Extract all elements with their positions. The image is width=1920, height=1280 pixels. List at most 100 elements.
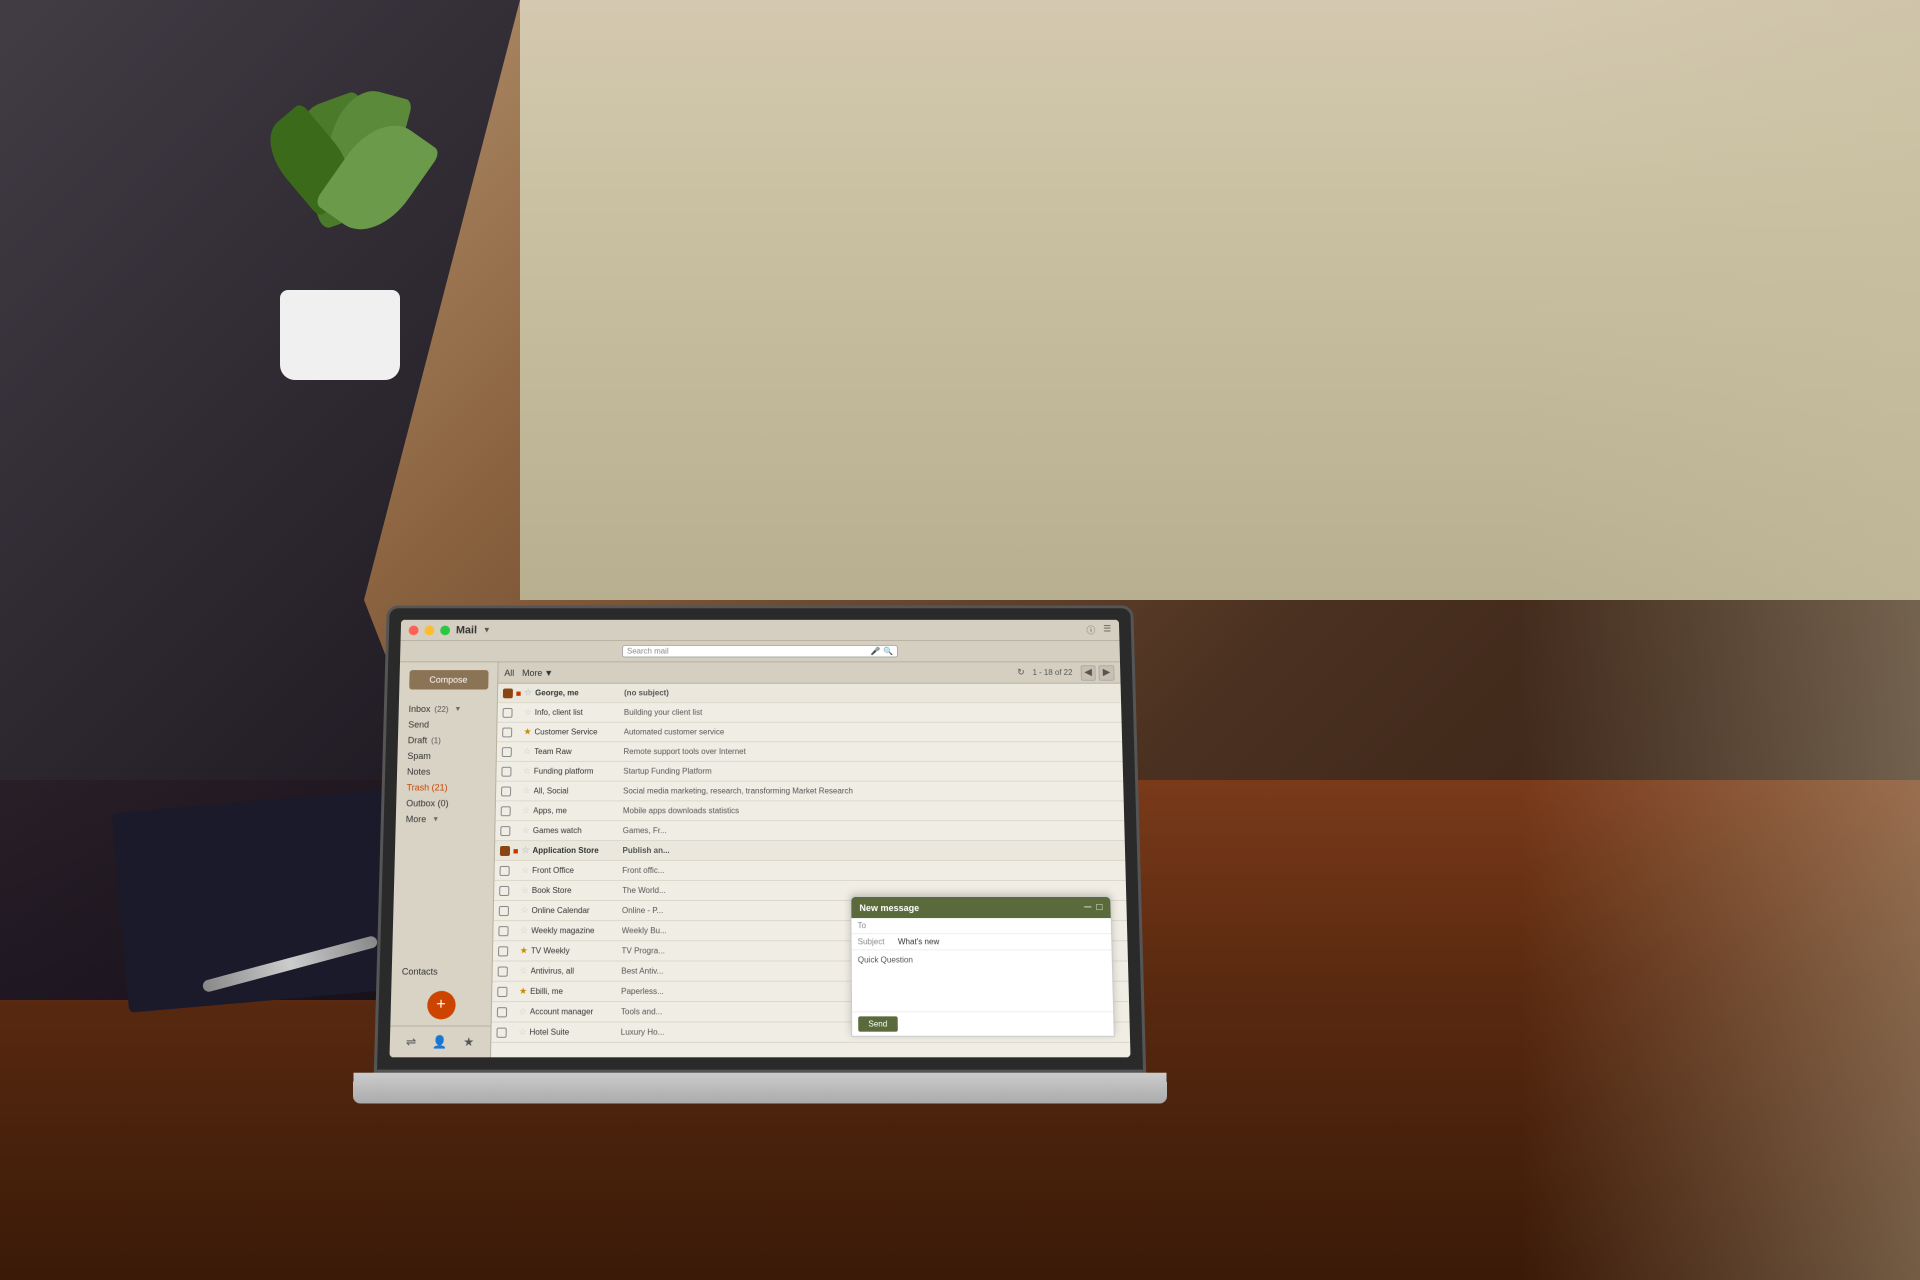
email-checkbox[interactable] bbox=[497, 986, 507, 996]
to-value[interactable] bbox=[898, 921, 1105, 930]
email-star-icon[interactable]: ☆ bbox=[524, 707, 532, 718]
compose-body-text: Quick Question bbox=[858, 955, 913, 964]
minimize-button[interactable] bbox=[424, 625, 434, 635]
compose-button[interactable]: Compose bbox=[409, 670, 488, 689]
table-row[interactable]: ■ ☆ Info, client list Building your clie… bbox=[497, 703, 1121, 723]
sidebar-item-notes[interactable]: Notes bbox=[397, 764, 496, 780]
table-row[interactable]: ■ ☆ Funding platform Startup Funding Pla… bbox=[496, 762, 1123, 782]
search-icon[interactable]: 🔍 bbox=[883, 647, 893, 656]
all-filter[interactable]: All bbox=[504, 668, 514, 678]
table-row[interactable]: ■ ☆ George, me (no subject) bbox=[498, 684, 1121, 703]
table-row[interactable]: ■ ☆ Application Store Publish an... bbox=[495, 841, 1126, 861]
info-icon[interactable]: ⓘ bbox=[1086, 624, 1095, 637]
outbox-label: Outbox (0) bbox=[406, 798, 449, 808]
subject-value[interactable]: What's new bbox=[898, 937, 1106, 946]
laptop-screen[interactable]: Mail ▼ ⓘ ☰ Search mail 🎤 🔍 bbox=[389, 620, 1130, 1057]
email-star-icon[interactable]: ☆ bbox=[522, 825, 530, 836]
fab-compose-button[interactable]: + bbox=[426, 991, 455, 1020]
sidebar-item-outbox[interactable]: Outbox (0) bbox=[396, 795, 495, 811]
subject-label: Subject bbox=[858, 937, 893, 946]
compose-body[interactable]: Quick Question bbox=[852, 950, 1113, 1011]
email-star-icon[interactable]: ☆ bbox=[522, 805, 530, 816]
email-subject: Remote support tools over Internet bbox=[623, 747, 1117, 756]
email-checkbox[interactable] bbox=[498, 946, 508, 956]
email-checkbox[interactable] bbox=[502, 747, 512, 757]
email-star-icon[interactable]: ★ bbox=[519, 986, 527, 997]
email-checkbox[interactable] bbox=[497, 1007, 507, 1017]
email-important-icon: ■ bbox=[510, 1007, 516, 1017]
email-checkbox[interactable] bbox=[498, 966, 508, 976]
email-checkbox[interactable] bbox=[503, 688, 513, 698]
email-checkbox[interactable] bbox=[499, 906, 509, 916]
email-checkbox[interactable] bbox=[500, 865, 510, 875]
microphone-icon[interactable]: 🎤 bbox=[870, 647, 880, 656]
email-star-icon[interactable]: ☆ bbox=[521, 865, 529, 876]
menu-icon[interactable]: ☰ bbox=[1103, 624, 1111, 637]
email-star-icon[interactable]: ☆ bbox=[520, 905, 528, 916]
laptop-screen-housing: Mail ▼ ⓘ ☰ Search mail 🎤 🔍 bbox=[374, 605, 1146, 1072]
email-star-icon[interactable]: ☆ bbox=[521, 885, 529, 896]
sidebar-item-send[interactable]: Send bbox=[398, 717, 496, 733]
email-star-icon[interactable]: ★ bbox=[520, 945, 528, 956]
email-checkbox[interactable] bbox=[501, 806, 511, 816]
sidebar-item-more[interactable]: More ▼ bbox=[396, 811, 495, 827]
email-from: Application Store bbox=[532, 846, 622, 855]
email-checkbox[interactable] bbox=[498, 926, 508, 936]
email-checkbox[interactable] bbox=[503, 708, 513, 718]
email-subject: Social media marketing, research, transf… bbox=[623, 787, 1119, 796]
contacts-icon[interactable]: 👤 bbox=[432, 1035, 447, 1049]
sidebar-item-spam[interactable]: Spam bbox=[397, 748, 496, 764]
email-checkbox[interactable] bbox=[496, 1027, 506, 1037]
refresh-icon[interactable]: ↻ bbox=[1017, 667, 1025, 678]
table-row[interactable]: ■ ☆ Apps, me Mobile apps downloads stati… bbox=[496, 801, 1125, 821]
sidebar-item-inbox[interactable]: Inbox (22) ▼ bbox=[399, 701, 497, 717]
email-subject: Building your client list bbox=[624, 708, 1117, 717]
email-star-icon[interactable]: ☆ bbox=[522, 786, 530, 797]
email-star-icon[interactable]: ☆ bbox=[518, 1027, 526, 1038]
email-star-icon[interactable]: ☆ bbox=[520, 925, 528, 936]
table-row[interactable]: ■ ☆ Team Raw Remote support tools over I… bbox=[497, 742, 1123, 762]
more-dropdown-icon: ▼ bbox=[544, 668, 553, 678]
title-dropdown-icon[interactable]: ▼ bbox=[483, 626, 491, 635]
compose-to-field: To bbox=[851, 918, 1111, 934]
table-row[interactable]: ■ ☆ All, Social Social media marketing, … bbox=[496, 782, 1124, 802]
next-page-button[interactable]: ▶ bbox=[1099, 665, 1115, 681]
more-filter[interactable]: More ▼ bbox=[522, 668, 553, 678]
email-checkbox[interactable] bbox=[501, 766, 511, 776]
search-bar: Search mail 🎤 🔍 bbox=[400, 641, 1120, 662]
send-button[interactable]: Send bbox=[858, 1016, 897, 1031]
email-important-icon[interactable]: ■ bbox=[513, 846, 519, 856]
email-checkbox[interactable] bbox=[502, 727, 512, 737]
prev-page-button[interactable]: ◀ bbox=[1080, 665, 1096, 681]
compose-expand-button[interactable]: □ bbox=[1096, 902, 1102, 913]
settings-icon[interactable]: ⇌ bbox=[406, 1035, 417, 1049]
email-checkbox[interactable] bbox=[500, 846, 510, 856]
table-row[interactable]: ■ ☆ Front Office Front offic... bbox=[494, 861, 1125, 881]
sidebar-item-draft[interactable]: Draft (1) bbox=[398, 732, 497, 748]
email-star-icon[interactable]: ☆ bbox=[519, 1006, 527, 1017]
email-star-icon[interactable]: ★ bbox=[523, 727, 531, 738]
email-important-icon[interactable]: ■ bbox=[516, 688, 522, 698]
app-title: Mail bbox=[456, 624, 477, 636]
email-star-icon[interactable]: ☆ bbox=[519, 966, 527, 977]
favorites-icon[interactable]: ★ bbox=[463, 1035, 474, 1049]
compose-minimize-button[interactable]: ─ bbox=[1084, 902, 1091, 913]
email-checkbox[interactable] bbox=[500, 826, 510, 836]
table-row[interactable]: ■ ☆ Games watch Games, Fr... bbox=[495, 821, 1125, 841]
email-star-icon[interactable]: ☆ bbox=[523, 746, 531, 757]
sidebar-item-contacts[interactable]: Contacts bbox=[391, 958, 491, 984]
close-button[interactable] bbox=[409, 625, 419, 635]
email-star-icon[interactable]: ☆ bbox=[523, 766, 531, 777]
mail-app: Mail ▼ ⓘ ☰ Search mail 🎤 🔍 bbox=[389, 620, 1130, 1057]
maximize-button[interactable] bbox=[440, 625, 450, 635]
email-from: George, me bbox=[535, 689, 624, 698]
sidebar-nav: Inbox (22) ▼ Send Draft (1) bbox=[392, 697, 497, 958]
email-star-icon[interactable]: ☆ bbox=[521, 845, 529, 856]
sidebar-item-trash[interactable]: Trash (21) bbox=[396, 780, 495, 796]
table-row[interactable]: ■ ★ Customer Service Automated customer … bbox=[497, 723, 1122, 743]
email-checkbox[interactable] bbox=[501, 786, 511, 796]
email-star-icon[interactable]: ☆ bbox=[524, 688, 532, 699]
wall-background bbox=[520, 0, 1920, 600]
to-label: To bbox=[858, 921, 893, 930]
email-checkbox[interactable] bbox=[499, 885, 509, 895]
